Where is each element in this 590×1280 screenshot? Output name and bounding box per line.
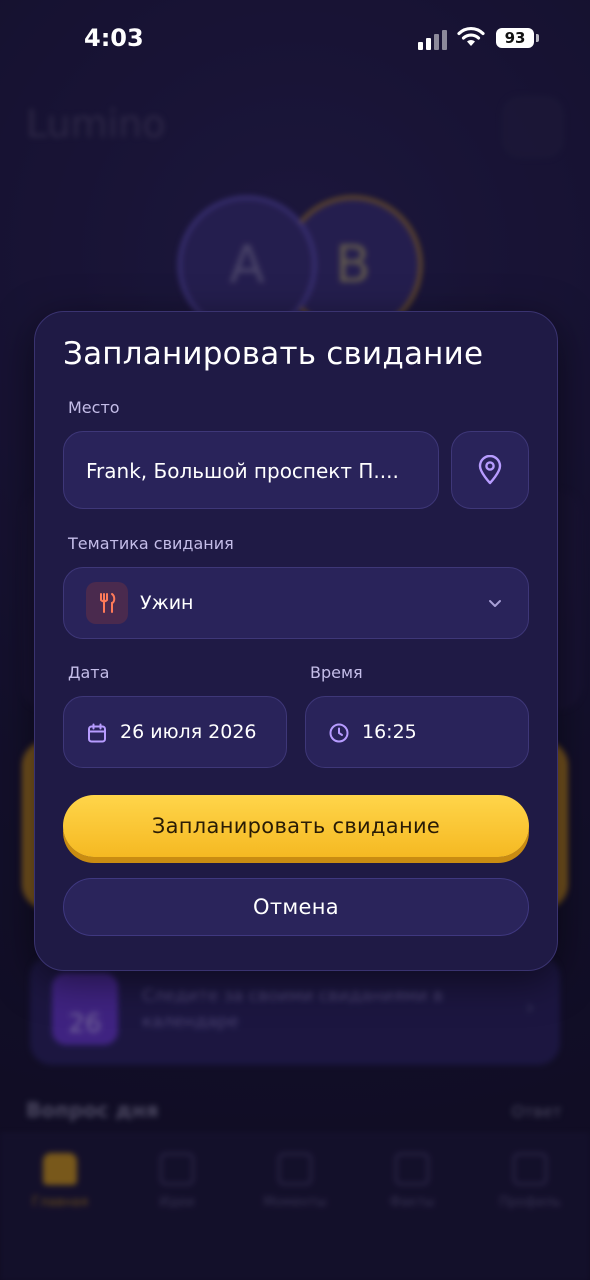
time-label: Время xyxy=(310,663,363,682)
date-label: Дата xyxy=(68,663,110,682)
plan-date-button[interactable]: Запланировать свидание xyxy=(63,795,529,857)
time-value: 16:25 xyxy=(362,721,417,743)
calendar-icon xyxy=(88,723,106,743)
status-bar: 4:03 93 xyxy=(0,0,590,80)
date-value: 26 июля 2026 xyxy=(120,721,257,743)
place-input[interactable]: Frank, Большой проспект П.... xyxy=(63,431,439,509)
cancel-button[interactable]: Отмена xyxy=(63,878,529,936)
clock-icon xyxy=(329,723,349,743)
chevron-down-icon xyxy=(489,600,501,607)
fork-knife-icon xyxy=(86,582,128,624)
plan-date-modal: Запланировать свидание Место Frank, Боль… xyxy=(34,311,558,971)
location-picker-button[interactable] xyxy=(451,431,529,509)
cellular-signal-icon xyxy=(418,30,447,50)
wifi-icon xyxy=(457,26,485,46)
theme-value: Ужин xyxy=(140,592,194,614)
place-value: Frank, Большой проспект П.... xyxy=(86,459,399,483)
time-picker[interactable]: 16:25 xyxy=(305,696,529,768)
map-pin-icon xyxy=(478,455,502,485)
place-label: Место xyxy=(68,398,120,417)
modal-title: Запланировать свидание xyxy=(63,336,484,372)
battery-indicator: 93 xyxy=(496,28,539,48)
theme-select[interactable]: Ужин xyxy=(63,567,529,639)
theme-label: Тематика свидания xyxy=(68,534,234,553)
status-time: 4:03 xyxy=(84,24,144,52)
date-picker[interactable]: 26 июля 2026 xyxy=(63,696,287,768)
